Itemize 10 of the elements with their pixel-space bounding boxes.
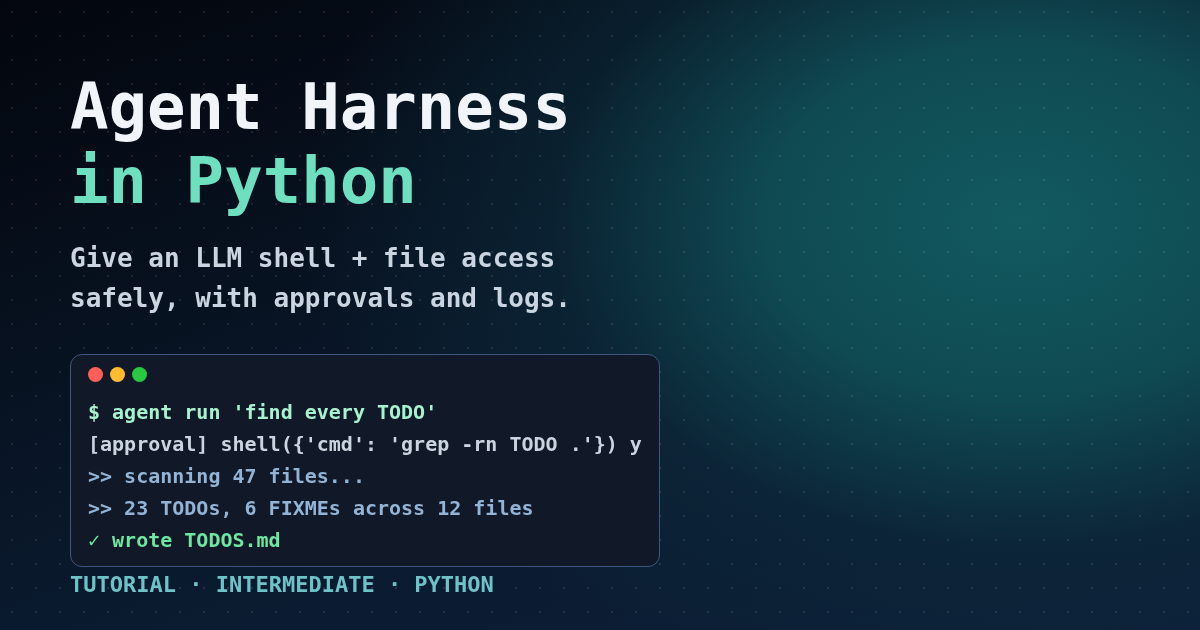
title-line: Agent Harness [70,70,572,144]
terminal-line: $ agent run 'find every TODO' [88,399,439,426]
terminal-line: ✓ wrote TODOS.md [88,527,282,554]
terminal-line: >> scanning 47 files... [88,463,366,490]
subtitle-line: safely, with approvals and logs. [70,282,572,315]
tags-line: TUTORIAL · INTERMEDIATE · PYTHON [70,571,495,599]
title-line: in Python [70,144,418,218]
terminal-line: [approval] shell({'cmd': 'grep -rn TODO .'}) y [88,431,642,458]
terminal-line: >> 23 TODOs, 6 FIXMEs across 12 files [88,495,535,522]
subtitle-line: Give an LLM shell + file access [70,242,557,275]
